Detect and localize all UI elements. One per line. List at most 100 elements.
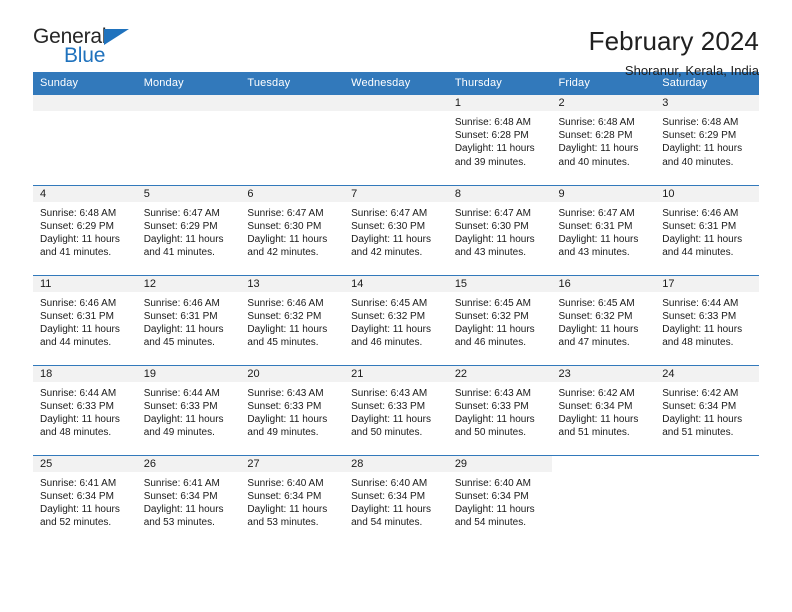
day-details: Sunrise: 6:47 AM Sunset: 6:30 PM Daylight:… [344, 202, 448, 260]
day-number [136, 95, 241, 111]
day-detail-line: Sunset: 6:32 PM [558, 310, 633, 322]
day-details: Sunrise: 6:44 AM Sunset: 6:33 PM Daylight:… [655, 292, 759, 350]
page-header: General Blue February 2024 Shoranur, Ker… [33, 0, 759, 78]
day-detail-line: Sunrise: 6:47 AM [351, 207, 428, 219]
day-detail-line: Sunset: 6:33 PM [351, 400, 426, 412]
calendar-day-cell[interactable]: 3 Sunrise: 6:48 AM Sunset: 6:29 PM Daylight… [655, 95, 759, 186]
calendar-day-cell[interactable]: 26 Sunrise: 6:41 AM Sunset: 6:34 PM Dayligh… [136, 455, 241, 545]
day-detail-line: Sunrise: 6:41 AM [40, 477, 117, 489]
day-detail-line: and 52 minutes. [40, 517, 112, 529]
day-number: 12 [136, 275, 241, 292]
calendar-week-row: 11 Sunrise: 6:46 AM Sunset: 6:31 PM Dayligh… [33, 275, 759, 366]
calendar-day-cell[interactable]: 22 Sunrise: 6:43 AM Sunset: 6:33 PM Dayligh… [447, 365, 552, 456]
day-detail-line: and 42 minutes. [351, 247, 423, 259]
calendar-page: General Blue February 2024 Shoranur, Ker… [0, 0, 792, 612]
calendar-day-cell[interactable]: 10 Sunrise: 6:46 AM Sunset: 6:31 PM Dayligh… [655, 185, 759, 276]
calendar-day-cell[interactable]: 5 Sunrise: 6:47 AM Sunset: 6:29 PM Daylight… [136, 185, 241, 276]
calendar-day-cell[interactable]: 11 Sunrise: 6:46 AM Sunset: 6:31 PM Dayligh… [33, 275, 137, 366]
calendar-day-cell[interactable]: 1 Sunrise: 6:48 AM Sunset: 6:28 PM Daylight… [447, 95, 552, 186]
day-detail-line: Sunrise: 6:48 AM [454, 117, 531, 128]
calendar-day-cell[interactable]: 23 Sunrise: 6:42 AM Sunset: 6:34 PM Dayligh… [551, 365, 656, 456]
calendar-day-cell[interactable]: 15 Sunrise: 6:45 AM Sunset: 6:32 PM Dayligh… [447, 275, 552, 366]
day-number [655, 455, 759, 472]
calendar-day-cell[interactable]: 29 Sunrise: 6:40 AM Sunset: 6:34 PM Dayligh… [447, 455, 552, 545]
day-detail-line: Sunset: 6:33 PM [143, 400, 218, 412]
day-detail-line: Sunset: 6:30 PM [247, 220, 322, 232]
calendar-day-cell[interactable]: 9 Sunrise: 6:47 AM Sunset: 6:31 PM Daylight… [551, 185, 656, 276]
day-detail-line: Sunset: 6:30 PM [351, 220, 426, 232]
day-detail-line: and 49 minutes. [143, 427, 215, 439]
day-detail-line: Daylight: 11 hours [558, 323, 639, 335]
calendar-day-cell[interactable]: 19 Sunrise: 6:44 AM Sunset: 6:33 PM Dayligh… [136, 365, 241, 456]
calendar-day-cell[interactable]: 14 Sunrise: 6:45 AM Sunset: 6:32 PM Dayligh… [344, 275, 448, 366]
day-detail-line: Sunset: 6:31 PM [143, 310, 218, 322]
weekday-header-tuesday: Tuesday [240, 72, 345, 95]
day-details: Sunrise: 6:46 AM Sunset: 6:31 PM Daylight:… [137, 292, 241, 350]
day-details: Sunrise: 6:43 AM Sunset: 6:33 PM Daylight:… [344, 382, 448, 440]
calendar-day-cell[interactable]: 20 Sunrise: 6:43 AM Sunset: 6:33 PM Dayligh… [240, 365, 345, 456]
day-detail-line: Sunset: 6:34 PM [454, 490, 529, 502]
day-detail-line: Daylight: 11 hours [351, 413, 431, 425]
day-number: 5 [136, 185, 241, 202]
calendar-day-cell[interactable]: 6 Sunrise: 6:47 AM Sunset: 6:30 PM Daylight… [240, 185, 345, 276]
day-detail-line: Daylight: 11 hours [143, 503, 224, 515]
day-number: 13 [240, 275, 345, 292]
calendar-day-cell[interactable]: 2 Sunrise: 6:48 AM Sunset: 6:28 PM Daylight… [551, 95, 656, 186]
day-detail-line: Daylight: 11 hours [40, 233, 120, 245]
day-detail-line: and 46 minutes. [351, 337, 423, 349]
day-number: 29 [447, 455, 552, 472]
calendar-day-cell[interactable]: 8 Sunrise: 6:47 AM Sunset: 6:30 PM Daylight… [447, 185, 552, 276]
day-number: 14 [344, 275, 448, 292]
day-number: 19 [136, 365, 241, 382]
day-details: Sunrise: 6:40 AM Sunset: 6:34 PM Daylight:… [344, 472, 448, 530]
day-detail-line: Daylight: 11 hours [40, 323, 120, 335]
day-detail-line: Sunset: 6:29 PM [143, 220, 218, 232]
calendar-day-cell[interactable]: 13 Sunrise: 6:46 AM Sunset: 6:32 PM Dayligh… [240, 275, 345, 366]
day-detail-line: Sunrise: 6:40 AM [247, 477, 324, 489]
day-details: Sunrise: 6:46 AM Sunset: 6:31 PM Daylight:… [33, 292, 137, 350]
day-detail-line: Sunset: 6:28 PM [558, 130, 633, 142]
day-detail-line: Sunrise: 6:40 AM [454, 477, 531, 489]
calendar-day-cell[interactable]: 16 Sunrise: 6:45 AM Sunset: 6:32 PM Dayligh… [551, 275, 656, 366]
day-details [552, 472, 656, 477]
day-detail-line: Sunrise: 6:43 AM [351, 387, 428, 399]
calendar-day-cell[interactable]: 24 Sunrise: 6:42 AM Sunset: 6:34 PM Dayligh… [655, 365, 759, 456]
day-details: Sunrise: 6:47 AM Sunset: 6:31 PM Daylight:… [552, 202, 656, 260]
day-detail-line: Sunrise: 6:47 AM [143, 207, 220, 219]
calendar-day-cell[interactable]: 7 Sunrise: 6:47 AM Sunset: 6:30 PM Daylight… [344, 185, 448, 276]
day-detail-line: and 51 minutes. [558, 427, 630, 439]
day-detail-line: Daylight: 11 hours [143, 413, 224, 425]
weekday-header-thursday: Thursday [447, 72, 552, 95]
day-detail-line: and 43 minutes. [558, 247, 630, 259]
day-details [33, 111, 137, 116]
day-detail-line: Sunrise: 6:42 AM [558, 387, 635, 399]
calendar-day-cell[interactable]: 21 Sunrise: 6:43 AM Sunset: 6:33 PM Dayligh… [344, 365, 448, 456]
day-number [240, 95, 345, 111]
calendar-day-cell[interactable]: 4 Sunrise: 6:48 AM Sunset: 6:29 PM Daylight… [33, 185, 137, 276]
calendar-day-cell[interactable]: 27 Sunrise: 6:40 AM Sunset: 6:34 PM Dayligh… [240, 455, 345, 545]
calendar-day-cell[interactable]: 18 Sunrise: 6:44 AM Sunset: 6:33 PM Dayligh… [33, 365, 137, 456]
day-number: 10 [655, 185, 759, 202]
calendar-day-cell[interactable]: 28 Sunrise: 6:40 AM Sunset: 6:34 PM Dayligh… [344, 455, 448, 545]
day-detail-line: Daylight: 11 hours [40, 413, 120, 425]
day-detail-line: and 53 minutes. [143, 517, 215, 529]
day-number: 18 [33, 365, 137, 382]
day-detail-line: Sunset: 6:32 PM [454, 310, 529, 322]
day-details: Sunrise: 6:47 AM Sunset: 6:29 PM Daylight:… [137, 202, 241, 260]
day-detail-line: Sunrise: 6:47 AM [247, 207, 324, 219]
day-detail-line: and 48 minutes. [662, 337, 734, 349]
day-detail-line: Sunset: 6:32 PM [247, 310, 322, 322]
day-detail-line: Daylight: 11 hours [143, 323, 224, 335]
day-details [344, 111, 448, 116]
day-detail-line: Sunrise: 6:44 AM [143, 387, 220, 399]
calendar-day-cell[interactable]: 17 Sunrise: 6:44 AM Sunset: 6:33 PM Dayligh… [655, 275, 759, 366]
day-details [240, 111, 344, 116]
day-detail-line: and 49 minutes. [247, 427, 319, 439]
day-detail-line: Daylight: 11 hours [247, 323, 328, 335]
calendar-day-cell[interactable]: 25 Sunrise: 6:41 AM Sunset: 6:34 PM Dayligh… [33, 455, 137, 545]
day-detail-line: Sunset: 6:32 PM [351, 310, 426, 322]
general-blue-logo[interactable]: General Blue [33, 26, 141, 72]
calendar-day-cell[interactable]: 12 Sunrise: 6:46 AM Sunset: 6:31 PM Dayligh… [136, 275, 241, 366]
day-detail-line: and 45 minutes. [143, 337, 215, 349]
day-detail-line: and 53 minutes. [247, 517, 319, 529]
